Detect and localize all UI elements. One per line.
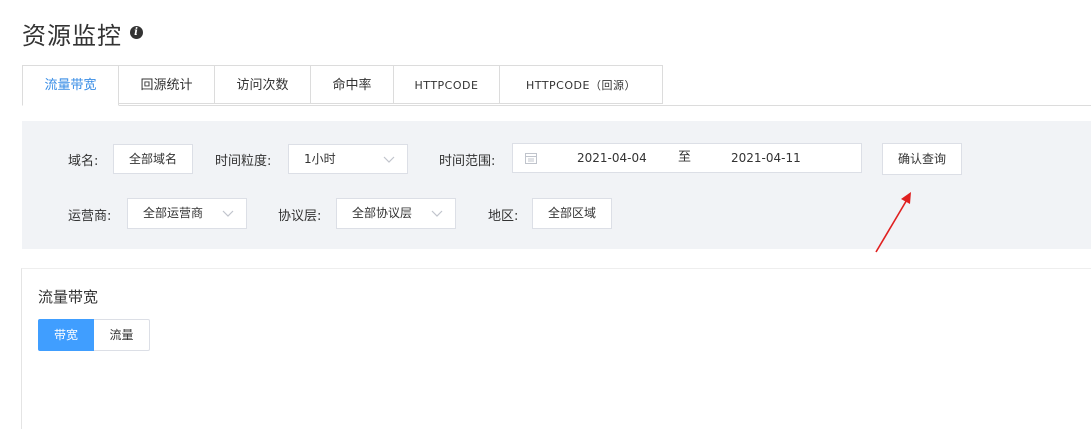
protocol-select[interactable]: 全部协议层	[336, 198, 456, 229]
domain-value: 全部域名	[128, 152, 177, 166]
metric-toggle: 带宽 流量	[38, 319, 150, 351]
tab-origin-stats[interactable]: 回源统计	[119, 65, 215, 104]
region-select[interactable]: 全部区域	[532, 198, 612, 229]
date-range-picker[interactable]: 2021-04-04 至 2021-04-11	[512, 143, 862, 173]
page-title-text: 资源监控	[22, 22, 122, 50]
tab-bar: 流量带宽 回源统计 访问次数 命中率 HTTPCODE HTTPCODE（回源）	[22, 65, 1091, 106]
domain-label: 域名:	[68, 154, 99, 169]
red-arrow-annotation	[875, 192, 911, 253]
chevron-down-icon	[222, 210, 234, 217]
time-range-label: 时间范围:	[439, 154, 496, 169]
protocol-value: 全部协议层	[352, 206, 413, 220]
confirm-query-label: 确认查询	[897, 152, 946, 166]
granularity-label: 时间粒度:	[215, 154, 272, 169]
toggle-traffic-button[interactable]: 流量	[94, 319, 150, 351]
tab-bandwidth[interactable]: 流量带宽	[22, 65, 119, 106]
chevron-down-icon	[383, 156, 395, 163]
isp-select[interactable]: 全部运营商	[127, 198, 247, 229]
isp-value: 全部运营商	[143, 206, 204, 220]
tab-hit-rate[interactable]: 命中率	[311, 65, 394, 104]
tab-httpcode[interactable]: HTTPCODE	[394, 65, 500, 104]
region-label: 地区:	[488, 209, 519, 224]
granularity-value: 1小时	[304, 152, 336, 166]
region-value: 全部区域	[547, 206, 596, 220]
section-title: 流量带宽	[38, 288, 99, 306]
info-icon[interactable]: i	[130, 26, 143, 39]
calendar-icon	[525, 153, 537, 164]
page-title: 资源监控 i	[22, 16, 143, 51]
tab-visits[interactable]: 访问次数	[215, 65, 311, 104]
filter-panel: 域名: 全部域名 时间粒度: 1小时 时间范围: 2021-04-04 至 20…	[22, 121, 1091, 249]
date-start[interactable]: 2021-04-04	[577, 144, 647, 172]
date-separator: 至	[678, 150, 692, 165]
granularity-select[interactable]: 1小时	[288, 144, 408, 174]
date-end[interactable]: 2021-04-11	[731, 144, 801, 172]
confirm-query-button[interactable]: 确认查询	[882, 143, 962, 175]
isp-label: 运营商:	[68, 209, 112, 224]
domain-select[interactable]: 全部域名	[113, 144, 193, 174]
content-card	[21, 268, 1091, 429]
chevron-down-icon	[431, 210, 443, 217]
toggle-bandwidth-button[interactable]: 带宽	[38, 319, 94, 351]
protocol-label: 协议层:	[278, 209, 322, 224]
page: 资源监控 i 流量带宽 回源统计 访问次数 命中率 HTTPCODE HTTPC…	[0, 0, 1091, 429]
tab-httpcode-origin[interactable]: HTTPCODE（回源）	[500, 65, 663, 104]
